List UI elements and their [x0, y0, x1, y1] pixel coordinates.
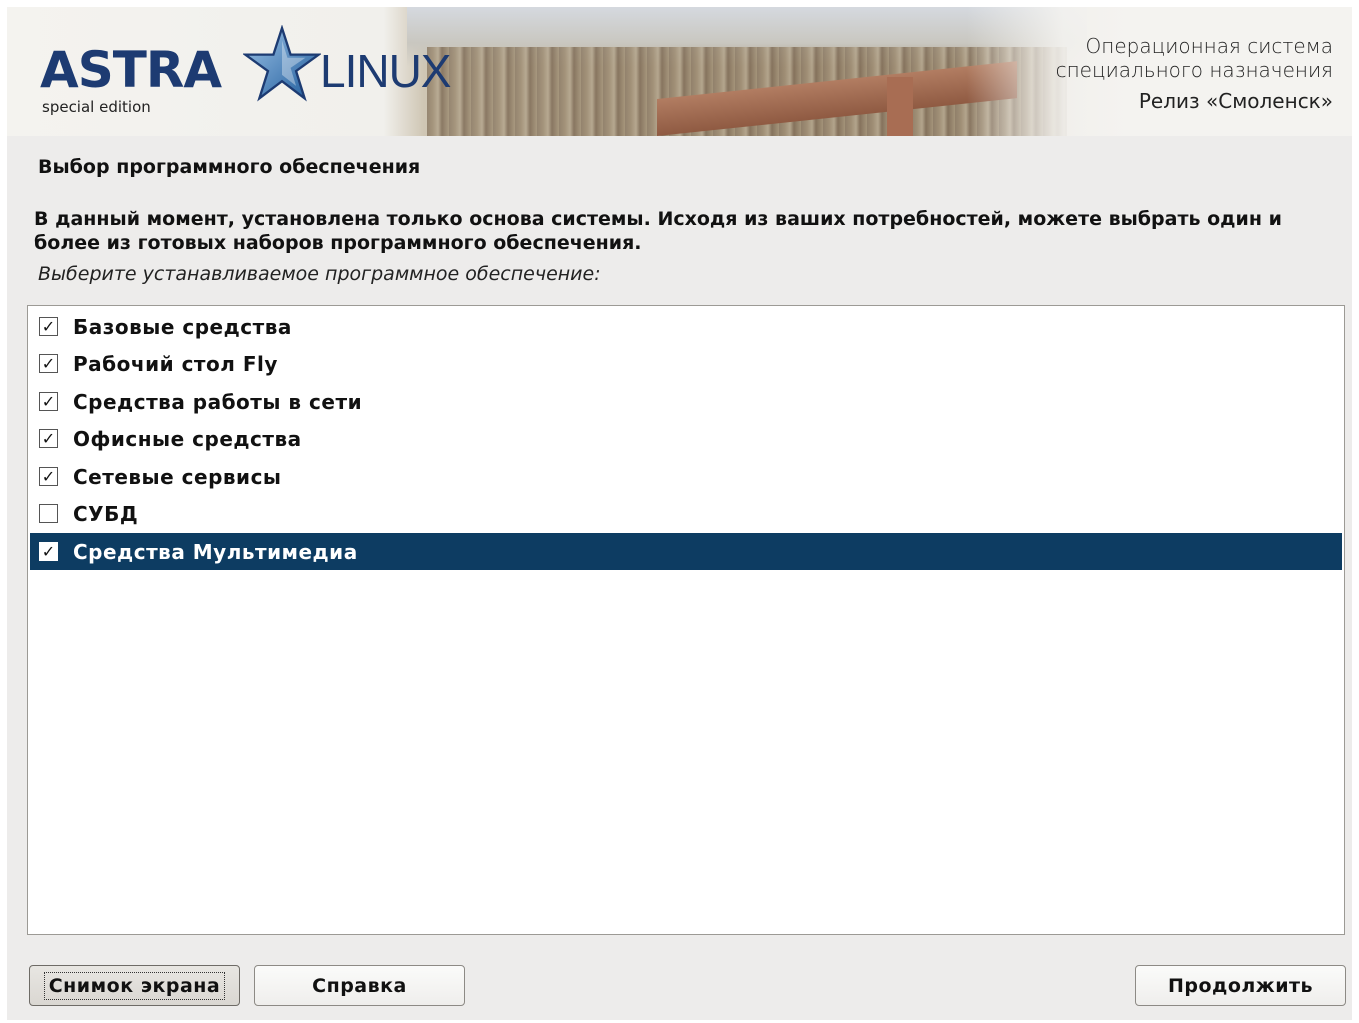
list-item[interactable]: ✓ Базовые средства [30, 308, 1342, 345]
list-item[interactable]: ✓ Сетевые сервисы [30, 458, 1342, 495]
star-logo-icon [243, 25, 321, 102]
list-item-label: Сетевые сервисы [73, 464, 282, 489]
continue-button-label: Продолжить [1167, 974, 1314, 997]
banner-subtitle-line2: специального назначения [1055, 58, 1333, 82]
logo-astra-text: ASTRA [40, 41, 222, 99]
banner-photo-tower [887, 77, 913, 136]
banner-subtitle-line1: Операционная система [1085, 34, 1334, 58]
list-item[interactable]: ✓ Рабочий стол Fly [30, 345, 1342, 382]
checkbox[interactable] [39, 504, 58, 523]
continue-button[interactable]: Продолжить [1135, 965, 1346, 1006]
installer-window: ASTRA LINUX special edition Операционная… [7, 7, 1352, 1020]
page-title: Выбор программного обеспечения [38, 156, 421, 178]
list-item-label: Средства работы в сети [73, 389, 363, 414]
banner-caption: Операционная система специального назнач… [1056, 34, 1333, 116]
banner-release: Релиз «Смоленск» [1138, 89, 1333, 113]
header-banner: ASTRA LINUX special edition Операционная… [7, 7, 1352, 136]
list-item-label: Средства Мультимедиа [73, 539, 358, 564]
help-button-label: Справка [312, 974, 407, 997]
list-item[interactable]: ✓ Офисные средства [30, 420, 1342, 457]
checkbox[interactable]: ✓ [39, 467, 58, 486]
checkbox[interactable]: ✓ [39, 392, 58, 411]
software-selection-list[interactable]: ✓ Базовые средства ✓ Рабочий стол Fly ✓ … [27, 305, 1345, 935]
list-item-label: Базовые средства [73, 314, 292, 339]
checkbox[interactable]: ✓ [39, 317, 58, 336]
list-item-label: Рабочий стол Fly [73, 351, 278, 376]
screenshot-button[interactable]: Снимок экрана [29, 965, 240, 1006]
screenshot-button-label: Снимок экрана [43, 971, 226, 1000]
list-item-label: СУБД [73, 501, 139, 526]
help-button[interactable]: Справка [254, 965, 465, 1006]
selection-prompt: Выберите устанавливаемое программное обе… [38, 263, 601, 285]
list-item-selected[interactable]: ✓ Средства Мультимедиа [30, 533, 1342, 570]
list-item[interactable]: СУБД [30, 495, 1342, 532]
checkbox[interactable]: ✓ [39, 429, 58, 448]
page-description: В данный момент, установлена только осно… [34, 208, 1282, 254]
list-item[interactable]: ✓ Средства работы в сети [30, 383, 1342, 420]
logo-linux-text: LINUX [320, 45, 451, 97]
checkbox[interactable]: ✓ [39, 542, 58, 561]
checkbox[interactable]: ✓ [39, 354, 58, 373]
list-item-label: Офисные средства [73, 426, 302, 451]
logo-edition-text: special edition [42, 98, 151, 116]
